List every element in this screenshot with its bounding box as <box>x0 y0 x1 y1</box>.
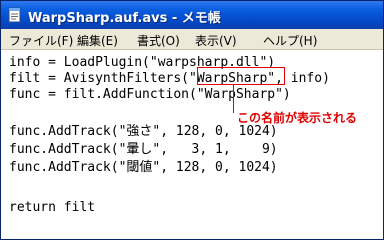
menu-edit[interactable]: 編集(E) <box>77 32 118 49</box>
window-title: WarpSharp.auf.avs - メモ帳 <box>28 11 221 26</box>
editor-line-6: func.AddTrack("暈し", 3, 1, 9) <box>9 142 278 157</box>
editor-line-7: func.AddTrack("閾値", 128, 0, 1024) <box>9 160 278 175</box>
annotation-pointer-line <box>233 85 234 113</box>
menu-format[interactable]: 書式(O) <box>137 32 180 49</box>
editor-line-3: func = filt.AddFunction("WarpSharp") <box>9 87 291 102</box>
editor-line-9: return filt <box>9 200 96 215</box>
highlight-box <box>197 67 285 85</box>
menu-file[interactable]: ファイル(F) <box>9 32 73 49</box>
menu-bar: ファイル(F) 編集(E) 書式(O) 表示(V) ヘルプ(H) <box>1 29 383 50</box>
notepad-icon <box>8 7 21 23</box>
editor-line-5: func.AddTrack("強さ", 128, 0, 1024) <box>9 124 278 139</box>
notepad-window: WarpSharp.auf.avs - メモ帳 ファイル(F) 編集(E) 書式… <box>0 0 384 240</box>
text-editor[interactable]: info = LoadPlugin("warpsharp.dll") filt … <box>1 50 383 239</box>
annotation-label: この名前が表示される <box>237 111 358 125</box>
title-bar[interactable]: WarpSharp.auf.avs - メモ帳 <box>1 1 383 29</box>
menu-view[interactable]: 表示(V) <box>195 32 237 49</box>
menu-help[interactable]: ヘルプ(H) <box>263 32 317 49</box>
